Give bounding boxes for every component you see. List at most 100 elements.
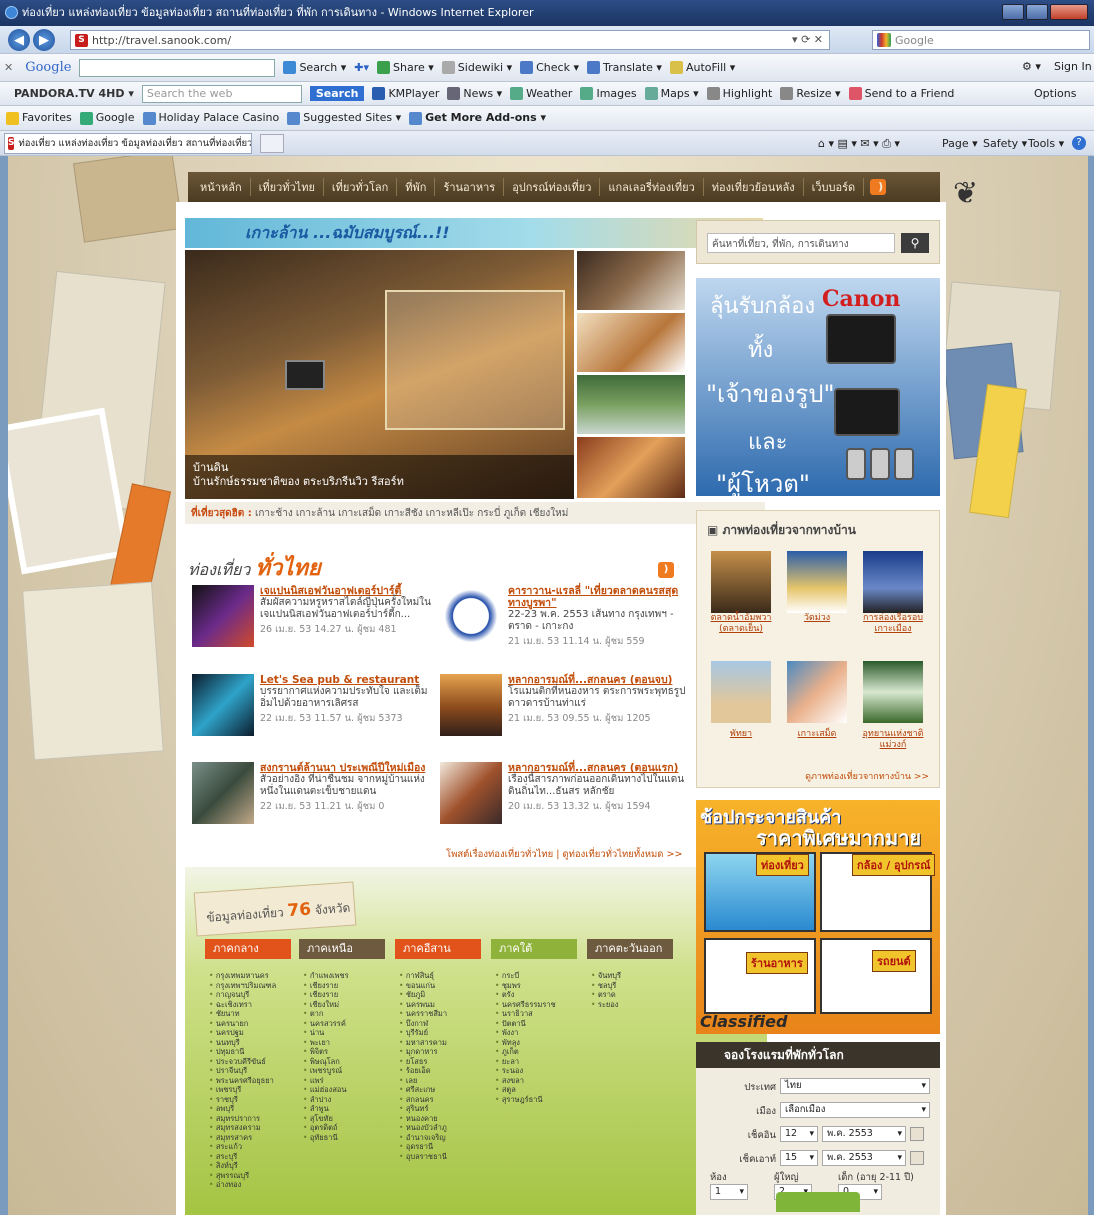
province-link[interactable]: ศรีสะเกษ	[399, 1085, 489, 1095]
resize-link[interactable]: Resize ▾	[780, 87, 841, 101]
province-link[interactable]: ตราด	[591, 990, 681, 1000]
province-link[interactable]: ลพบุรี	[209, 1104, 299, 1114]
province-link[interactable]: บุรีรัมย์	[399, 1028, 489, 1038]
autofill-button[interactable]: AutoFill ▾	[669, 61, 735, 75]
province-link[interactable]: ขอนแก่น	[399, 981, 489, 991]
province-link[interactable]: หนองคาย	[399, 1114, 489, 1124]
more-photos-link[interactable]: ดูภาพท่องเที่ยวจากทางบ้าน >>	[805, 769, 929, 783]
province-link[interactable]: นครสวรรค์	[303, 1019, 393, 1029]
news-thumb[interactable]	[440, 674, 502, 736]
nav-restaurant[interactable]: ร้านอาหาร	[435, 178, 505, 196]
province-link[interactable]: สตูล	[495, 1085, 585, 1095]
province-link[interactable]: หนองบัวลำภู	[399, 1123, 489, 1133]
google-settings-icon[interactable]: ⚙ ▾	[1022, 60, 1041, 73]
city-select[interactable]: เลือกเมือง	[780, 1102, 930, 1118]
tools-menu[interactable]: Tools ▾	[1028, 137, 1064, 150]
news-thumb[interactable]	[192, 585, 254, 647]
hero-thumb-2[interactable]	[576, 312, 686, 373]
browser-tab[interactable]: S ท่องเที่ยว แหล่งท่องเที่ยว ข้อมูลท่องเ…	[4, 132, 252, 154]
bookmark-plus-icon[interactable]: ✚▾	[354, 61, 369, 74]
news-thumb[interactable]	[440, 585, 502, 647]
province-link[interactable]: เพชรบุรี	[209, 1085, 299, 1095]
province-link[interactable]: แพร่	[303, 1076, 393, 1086]
province-link[interactable]: ชัยนาท	[209, 1009, 299, 1019]
province-link[interactable]: ระยอง	[591, 1000, 681, 1010]
province-link[interactable]: น่าน	[303, 1028, 393, 1038]
canon-ad-banner[interactable]: ลุ้นรับกล้อง Canon ทั้ง "เจ้าของรูป" และ…	[696, 278, 940, 498]
fav-holiday-palace[interactable]: Holiday Palace Casino	[142, 111, 279, 125]
region-north[interactable]: ภาคเหนือ	[299, 939, 385, 959]
region-central[interactable]: ภาคกลาง	[205, 939, 291, 959]
classified-banner[interactable]: ช้อปกระจายสินค้า ราคาพิเศษมากมาย ท่องเที…	[696, 800, 940, 1034]
favorites-button[interactable]: Favorites	[0, 111, 72, 125]
province-link[interactable]: เชียงราย	[303, 990, 393, 1000]
kmplayer-link[interactable]: KMPlayer	[372, 87, 439, 101]
maximize-button[interactable]	[1026, 4, 1048, 20]
weather-link[interactable]: Weather	[510, 87, 572, 101]
close-button[interactable]	[1050, 4, 1088, 20]
province-link[interactable]: สุพรรณบุรี	[209, 1171, 299, 1181]
checkin-month-select[interactable]: พ.ค. 2553	[822, 1126, 906, 1142]
province-link[interactable]: ยะลา	[495, 1057, 585, 1067]
province-link[interactable]: ลำปาง	[303, 1095, 393, 1105]
photo-thumb[interactable]	[863, 551, 923, 613]
country-select[interactable]: ไทย	[780, 1078, 930, 1094]
province-link[interactable]: สงขลา	[495, 1076, 585, 1086]
checkout-month-select[interactable]: พ.ค. 2553	[822, 1150, 906, 1166]
safety-menu[interactable]: Safety ▾	[983, 137, 1027, 150]
province-link[interactable]: อุดรธานี	[399, 1142, 489, 1152]
province-link[interactable]: ชัยภูมิ	[399, 990, 489, 1000]
province-link[interactable]: พิจิตร	[303, 1047, 393, 1057]
news-headline[interactable]: สงกรานต์ล้านนา ประเพณีปีใหม่เมือง	[260, 762, 432, 774]
nav-accommodation[interactable]: ที่พัก	[397, 178, 436, 196]
share-button[interactable]: Share ▾	[377, 61, 434, 75]
nav-home[interactable]: หน้าหลัก	[192, 178, 251, 196]
province-link[interactable]: ภูเก็ต	[495, 1047, 585, 1057]
send-friend-link[interactable]: Send to a Friend	[848, 87, 954, 101]
province-link[interactable]: นครศรีธรรมราช	[495, 1000, 585, 1010]
back-icon[interactable]: ◀	[8, 29, 30, 51]
photo-thumb[interactable]	[711, 661, 771, 723]
province-link[interactable]: เพชรบูรณ์	[303, 1066, 393, 1076]
news-headline[interactable]: Let's Sea pub & restaurant	[260, 674, 432, 686]
province-link[interactable]: กาญจนบุรี	[209, 990, 299, 1000]
province-link[interactable]: สมุทรปราการ	[209, 1114, 299, 1124]
photo-caption[interactable]: วัดม่วง	[782, 613, 852, 624]
province-link[interactable]: ตรัง	[495, 990, 585, 1000]
pandora-search-input[interactable]: Search the web	[141, 84, 302, 103]
images-link[interactable]: Images	[580, 87, 637, 101]
url-field[interactable]: S http://travel.sanook.com/ ▾ ⟳ ✕	[70, 30, 830, 50]
hot-tags-list[interactable]: เกาะช้าง เกาะล้าน เกาะเสม็ด เกาะสีชัง เก…	[255, 508, 568, 519]
province-link[interactable]: สกลนคร	[399, 1095, 489, 1105]
maps-link[interactable]: Maps ▾	[644, 87, 699, 101]
province-link[interactable]: ราชบุรี	[209, 1095, 299, 1105]
province-link[interactable]: สระบุรี	[209, 1152, 299, 1162]
province-link[interactable]: จันทบุรี	[591, 971, 681, 981]
google-search-input[interactable]	[79, 58, 276, 77]
province-link[interactable]: กระบี่	[495, 971, 585, 981]
nav-archive[interactable]: ท่องเที่ยวย้อนหลัง	[704, 178, 804, 196]
hero-image[interactable]: บ้านดิน บ้านรักษ์ธรรมชาติของ ตระบริภรีนว…	[185, 250, 574, 499]
province-link[interactable]: กำแพงเพชร	[303, 971, 393, 981]
pandora-search-button[interactable]: Search	[309, 86, 365, 101]
photo-caption[interactable]: อุทยานแห่งชาติแม่วงก์	[858, 729, 928, 751]
nav-thailand[interactable]: เที่ยวทั่วไทย	[251, 178, 324, 196]
options-link[interactable]: Options	[1034, 87, 1076, 100]
province-link[interactable]: เลย	[399, 1076, 489, 1086]
news-headline[interactable]: เจแปนนิสเอฟวันอาฟเตอร์ปาร์ตี้	[260, 585, 432, 597]
province-link[interactable]: ปทุมธานี	[209, 1047, 299, 1057]
province-link[interactable]: พังงา	[495, 1028, 585, 1038]
province-link[interactable]: อุทัยธานี	[303, 1133, 393, 1143]
province-link[interactable]: นครปฐม	[209, 1028, 299, 1038]
photo-thumb[interactable]	[787, 551, 847, 613]
region-south[interactable]: ภาคใต้	[491, 939, 577, 959]
hero-thumb-4[interactable]	[576, 436, 686, 499]
photo-thumb[interactable]	[711, 551, 771, 613]
province-link[interactable]: กรุงเทพฯปริมณฑล	[209, 981, 299, 991]
province-link[interactable]: นราธิวาส	[495, 1009, 585, 1019]
province-link[interactable]: ยโสธร	[399, 1057, 489, 1067]
province-link[interactable]: พิษณุโลก	[303, 1057, 393, 1067]
nav-world[interactable]: เที่ยวทั่วโลก	[324, 178, 398, 196]
sidewiki-button[interactable]: Sidewiki ▾	[441, 61, 512, 75]
checkout-day-select[interactable]: 15	[780, 1150, 818, 1166]
